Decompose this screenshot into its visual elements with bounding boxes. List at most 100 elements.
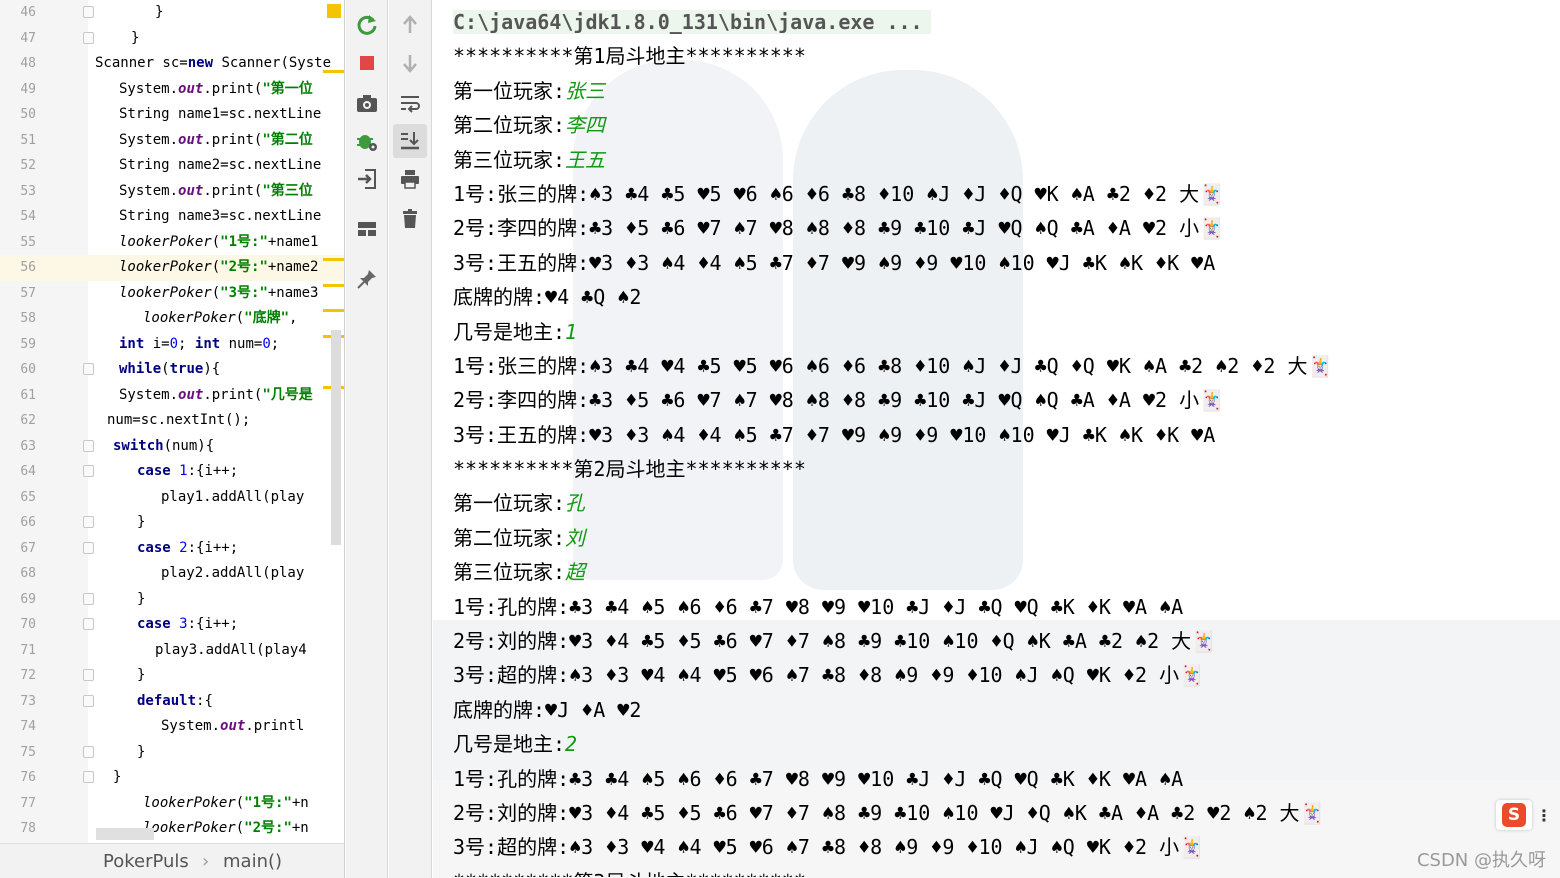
fold-marker-icon[interactable]: [83, 6, 94, 18]
code-text[interactable]: while(true){: [119, 357, 220, 383]
line-number[interactable]: 61: [0, 383, 36, 409]
code-text[interactable]: Scanner sc=new Scanner(Syste: [95, 51, 331, 77]
code-line[interactable]: 55 lookerPoker("1号:"+name1: [0, 230, 344, 256]
code-text[interactable]: }: [137, 663, 145, 689]
code-line[interactable]: 75}: [0, 740, 344, 766]
line-number[interactable]: 78: [0, 816, 36, 842]
code-line[interactable]: 58 lookerPoker("底牌",: [0, 306, 344, 332]
run-console[interactable]: C:\java64\jdk1.8.0_131\bin\java.exe ... *…: [433, 0, 1560, 878]
line-number[interactable]: 59: [0, 332, 36, 358]
dump-threads-button[interactable]: [350, 86, 384, 120]
code-line[interactable]: 64 case 1:{i++;: [0, 459, 344, 485]
code-text[interactable]: }: [137, 510, 145, 536]
editor-vertical-scrollbar[interactable]: [331, 330, 341, 545]
code-line[interactable]: 53 System.out.print("第三位: [0, 179, 344, 205]
line-number[interactable]: 67: [0, 536, 36, 562]
code-text[interactable]: case 1:{i++;: [137, 459, 238, 485]
fold-marker-icon[interactable]: [83, 465, 94, 477]
fold-marker-icon[interactable]: [83, 669, 94, 681]
ime-toolbar-button[interactable]: S: [1496, 800, 1532, 830]
code-editor[interactable]: 46 } 47 } 48 Scanner sc=new Scanner(Syste 49…: [0, 0, 345, 878]
line-number[interactable]: 70: [0, 612, 36, 638]
breadcrumb-method[interactable]: main(): [223, 844, 282, 878]
code-line[interactable]: 51 System.out.print("第二位: [0, 128, 344, 154]
fold-marker-icon[interactable]: [83, 439, 94, 452]
line-number[interactable]: 46: [0, 0, 36, 26]
code-line[interactable]: 67 case 2:{i++;: [0, 536, 344, 562]
code-text[interactable]: play2.addAll(play: [161, 561, 304, 587]
clear-all-button[interactable]: [393, 202, 427, 236]
fold-marker-icon[interactable]: [83, 771, 94, 783]
code-text[interactable]: String name3=sc.nextLine: [119, 204, 321, 230]
code-line[interactable]: 56 lookerPoker("2号:"+name2: [0, 255, 344, 281]
line-number[interactable]: 60: [0, 357, 36, 383]
line-number[interactable]: 58: [0, 306, 36, 332]
code-line[interactable]: 50 String name1=sc.nextLine: [0, 102, 344, 128]
code-text[interactable]: System.out.print("第一位: [119, 77, 313, 103]
line-number[interactable]: 50: [0, 102, 36, 128]
code-line[interactable]: 76}: [0, 765, 344, 791]
code-line[interactable]: 52 String name2=sc.nextLine: [0, 153, 344, 179]
line-number[interactable]: 62: [0, 408, 36, 434]
line-number[interactable]: 55: [0, 230, 36, 256]
fold-marker-icon[interactable]: [83, 541, 94, 554]
rerun-button[interactable]: [350, 8, 384, 42]
line-number[interactable]: 53: [0, 179, 36, 205]
line-number[interactable]: 72: [0, 663, 36, 689]
fold-marker-icon[interactable]: [83, 516, 94, 528]
code-text[interactable]: lookerPoker("1号:"+n: [143, 791, 309, 817]
line-number[interactable]: 73: [0, 689, 36, 715]
fold-marker-icon[interactable]: [83, 592, 94, 605]
code-text[interactable]: }: [137, 587, 145, 613]
code-text[interactable]: default:{: [137, 689, 213, 715]
code-text[interactable]: System.out.print("第三位: [119, 179, 313, 205]
code-line[interactable]: 57 lookerPoker("3号:"+name3: [0, 281, 344, 307]
code-text[interactable]: switch(num){: [113, 434, 214, 460]
breadcrumb-class[interactable]: PokerPuls: [103, 844, 189, 878]
code-text[interactable]: System.out.print("第二位: [119, 128, 313, 154]
code-line[interactable]: 62 num=sc.nextInt();: [0, 408, 344, 434]
fold-marker-icon[interactable]: [83, 363, 94, 375]
code-text[interactable]: }: [131, 26, 139, 52]
code-text[interactable]: play3.addAll(play4: [155, 638, 307, 664]
code-text[interactable]: lookerPoker("2号:"+name2: [119, 255, 318, 281]
code-line[interactable]: 49 System.out.print("第一位: [0, 77, 344, 103]
pin-tab-button[interactable]: [350, 262, 384, 296]
code-text[interactable]: lookerPoker("3号:"+name3: [119, 281, 318, 307]
code-text[interactable]: num=sc.nextInt();: [107, 408, 250, 434]
code-text[interactable]: System.out.printl: [161, 714, 304, 740]
code-text[interactable]: lookerPoker("2号:"+n: [143, 816, 309, 842]
code-text[interactable]: int i=0; int num=0;: [119, 332, 279, 358]
code-line[interactable]: 46 }: [0, 0, 344, 26]
code-line[interactable]: 54 String name3=sc.nextLine: [0, 204, 344, 230]
code-line[interactable]: 65 play1.addAll(play: [0, 485, 344, 511]
line-number[interactable]: 57: [0, 281, 36, 307]
editor-horizontal-scrollbar[interactable]: [96, 828, 154, 840]
line-number[interactable]: 63: [0, 434, 36, 460]
code-text[interactable]: String name2=sc.nextLine: [119, 153, 321, 179]
layout-button[interactable]: [350, 212, 384, 246]
line-number[interactable]: 76: [0, 765, 36, 791]
line-number[interactable]: 52: [0, 153, 36, 179]
fold-marker-icon[interactable]: [83, 694, 94, 707]
code-line[interactable]: 70 case 3:{i++;: [0, 612, 344, 638]
scroll-to-end-button[interactable]: [393, 124, 427, 158]
fold-marker-icon[interactable]: [83, 745, 94, 758]
code-line[interactable]: 47 }: [0, 26, 344, 52]
line-number[interactable]: 54: [0, 204, 36, 230]
line-number[interactable]: 68: [0, 561, 36, 587]
ime-more-icon[interactable]: ⋮: [1536, 806, 1552, 825]
code-line[interactable]: 60 while(true){: [0, 357, 344, 383]
next-occurrence-button[interactable]: [393, 46, 427, 80]
stop-button[interactable]: [350, 46, 384, 80]
code-text[interactable]: case 2:{i++;: [137, 536, 238, 562]
soft-wrap-button[interactable]: [393, 86, 427, 120]
code-line[interactable]: 68 play2.addAll(play: [0, 561, 344, 587]
line-number[interactable]: 51: [0, 128, 36, 154]
code-line[interactable]: 63 switch(num){: [0, 434, 344, 460]
code-text[interactable]: lookerPoker("1号:"+name1: [119, 230, 318, 256]
code-line[interactable]: 66}: [0, 510, 344, 536]
code-text[interactable]: }: [137, 740, 145, 766]
fold-marker-icon[interactable]: [83, 31, 94, 44]
line-number[interactable]: 65: [0, 485, 36, 511]
